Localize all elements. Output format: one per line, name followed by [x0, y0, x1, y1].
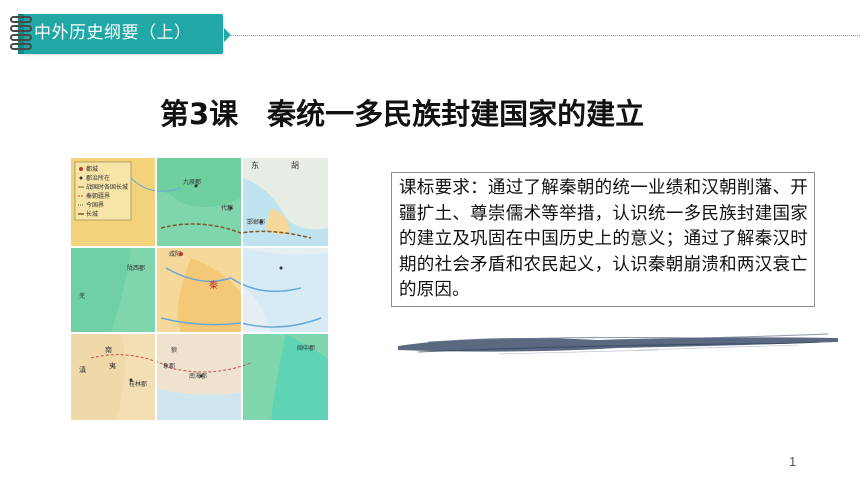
- header-divider: [225, 35, 860, 36]
- course-title: 中外历史纲要（上）: [34, 23, 192, 43]
- map-label: 南: [105, 345, 112, 354]
- legend-item: 战国时各国长城: [86, 183, 128, 191]
- map-label: 秦: [209, 279, 218, 291]
- legend-item: 都城: [86, 165, 98, 173]
- map-label: 滇: [79, 365, 86, 374]
- map-label: 九原郡: [183, 178, 201, 186]
- curriculum-requirements-box: 课标要求：通过了解秦朝的统一业绩和汉朝削藩、开疆扩土、尊崇儒术等举措，认识统一多…: [391, 172, 815, 307]
- map-label: 东: [251, 160, 259, 170]
- qin-dynasty-map: 都城 郡治所在 战国时各国长城 秦朝疆界 今国界 长城 东 胡 九原郡 代郡 邯…: [71, 158, 328, 420]
- map-label: 夷: [109, 361, 116, 370]
- legend-item: 长城: [86, 210, 98, 218]
- map-label: 陇西郡: [127, 264, 145, 272]
- map-label: 象郡: [163, 362, 175, 370]
- curriculum-requirements-text: 课标要求：通过了解秦朝的统一业绩和汉朝削藩、开疆扩土、尊崇儒术等举措，认识统一多…: [399, 178, 808, 300]
- map-label: 闽中郡: [297, 344, 315, 352]
- binder-rings-icon: [10, 16, 34, 52]
- map-label: 狼: [171, 346, 177, 354]
- map-label: 胡: [291, 160, 299, 170]
- brush-stroke-decoration: [398, 333, 838, 355]
- map-label: 南海郡: [189, 372, 207, 380]
- map-label: 羌: [79, 292, 85, 300]
- page-number: 1: [789, 454, 797, 469]
- legend-item: 今国界: [86, 201, 104, 209]
- lesson-title: 第3课 秦统一多民族封建国家的建立: [160, 97, 645, 131]
- legend-item: 郡治所在: [86, 174, 110, 182]
- legend-item: 秦朝疆界: [86, 192, 110, 200]
